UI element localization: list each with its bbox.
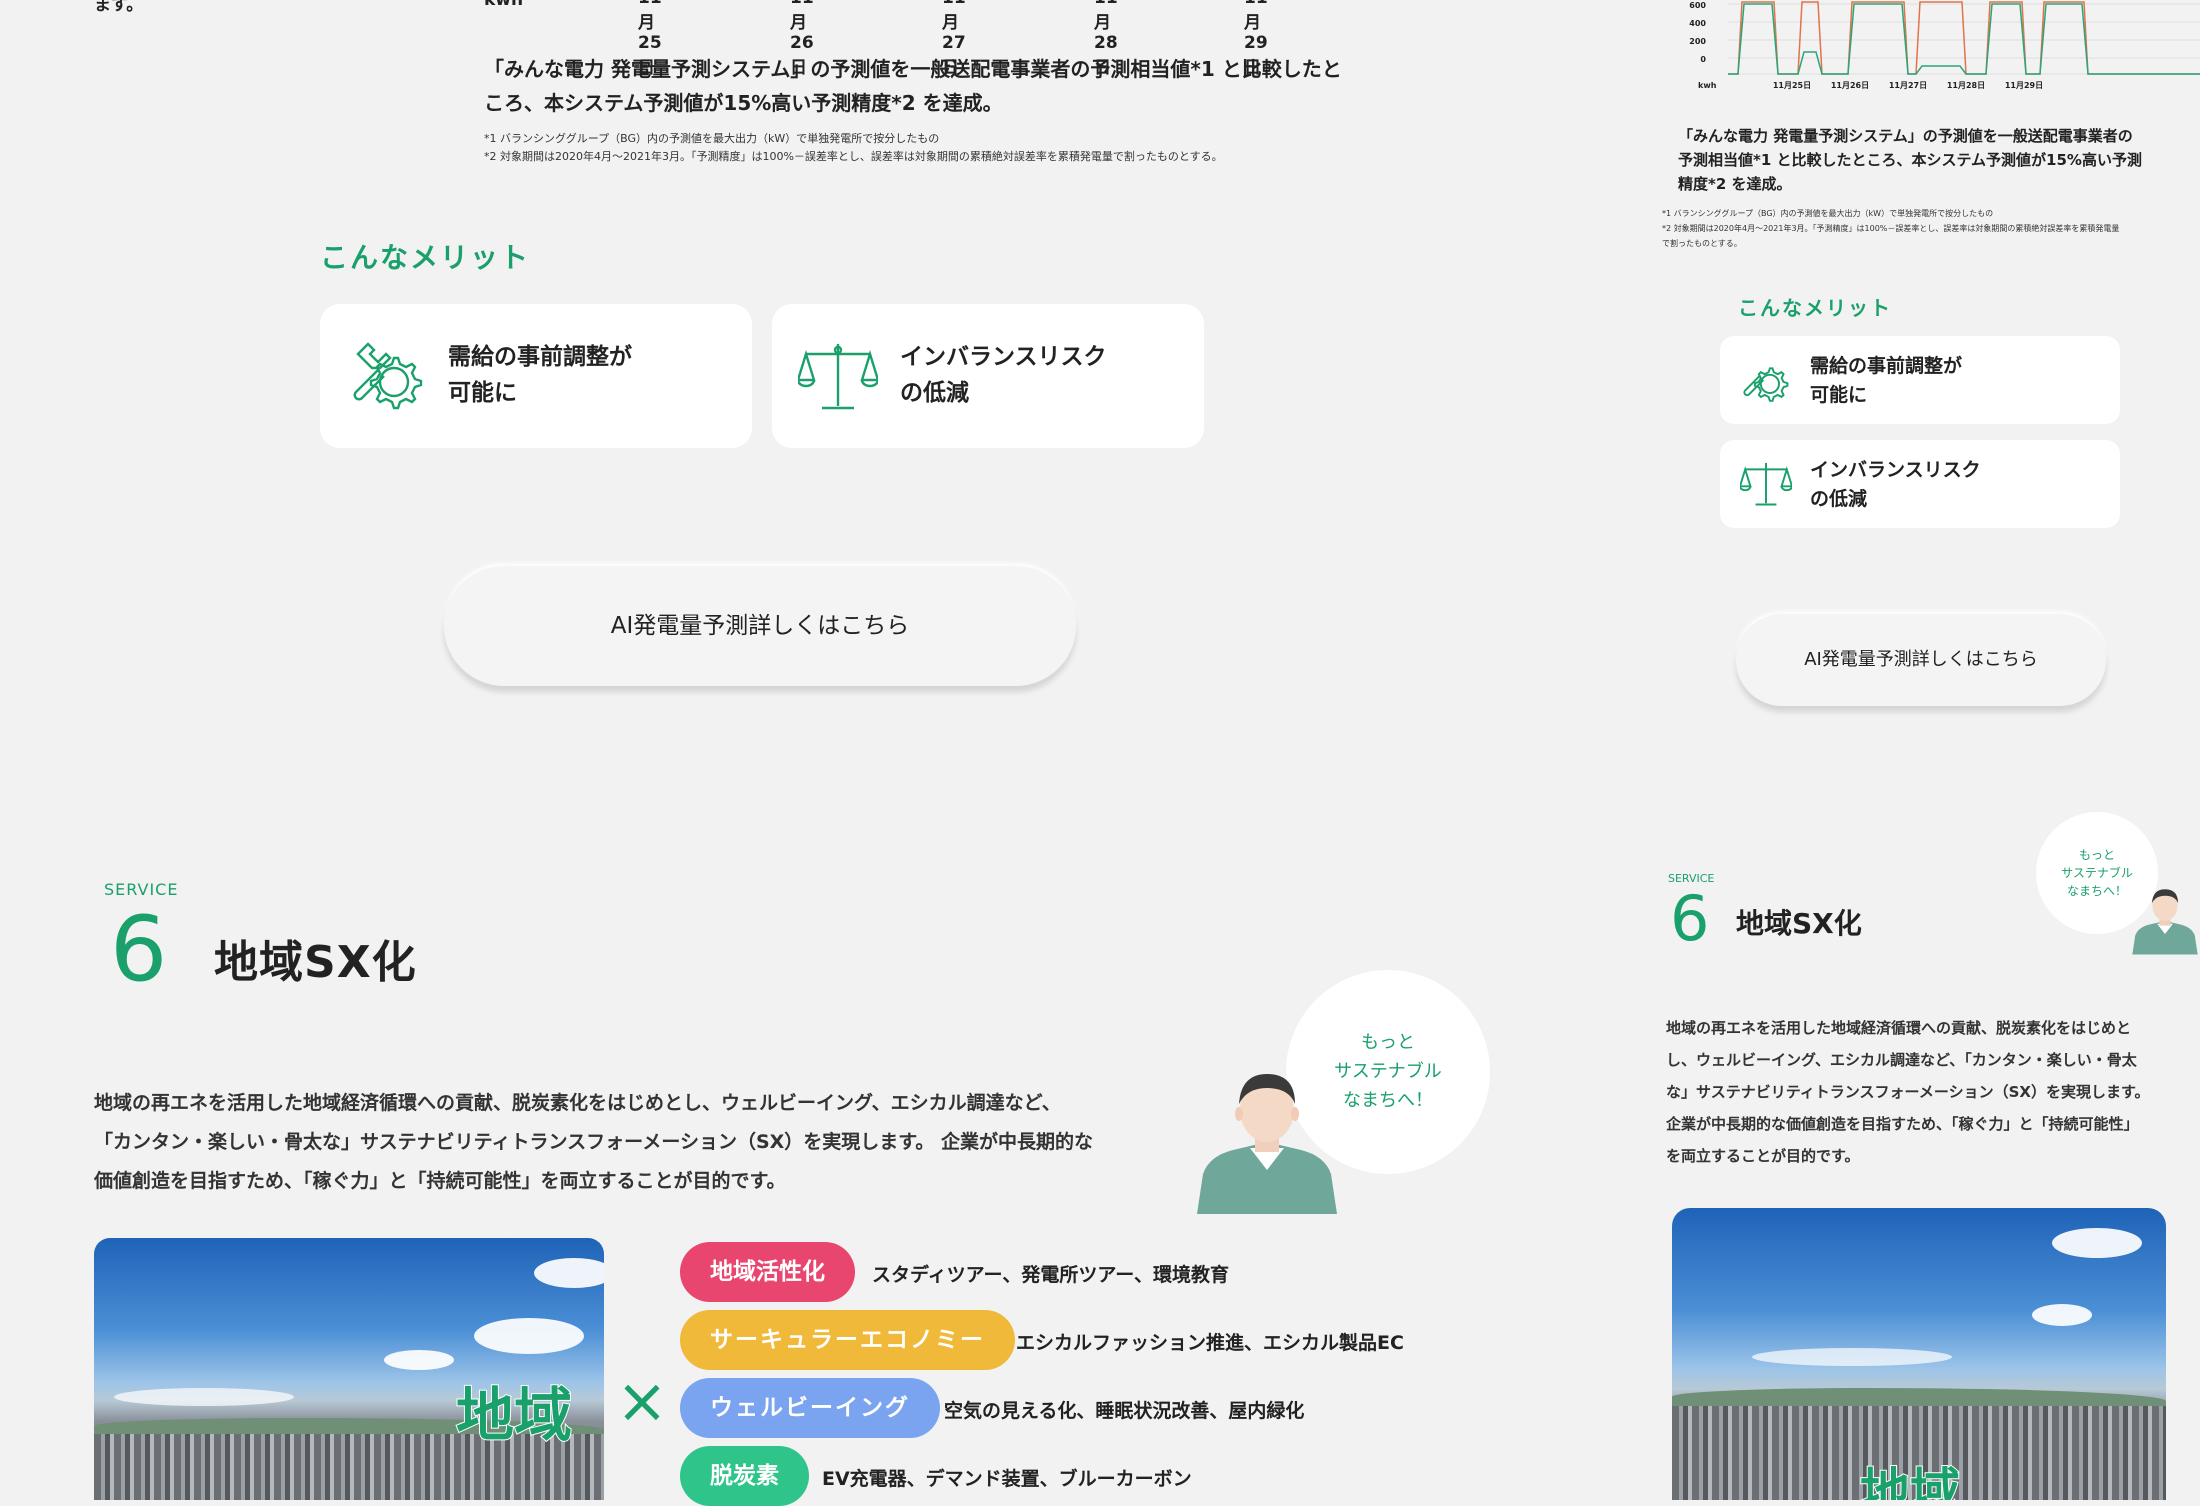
footnote-2: *2 対象期間は2020年4月〜2021年3月。「予測精度」は100%－誤差率と… [484,150,1223,163]
scale-icon [798,344,878,410]
x-tick: 11月25日 [1773,81,1811,90]
y-tick: 600 [1689,1,1706,10]
merit-line: インバランスリスク [900,344,1107,370]
cross-symbol: × [616,1364,668,1437]
series-line-actual [1728,1,2200,75]
city-photo: 地域 [94,1238,604,1500]
desc-line: 企業が中長期的な価値創造を目指すため、「稼ぐ力」と「持続可能性」 [1666,1115,2139,1133]
desc-line: し、ウェルビーイング、エシカル調達など、「カンタン・楽しい・骨太 [1666,1051,2137,1069]
chart-unit: kwh [1698,81,1717,90]
desc-line: 「カンタン・楽しい・骨太な」サステナビリティトランスフォーメーション（SX）を実… [94,1131,1094,1153]
merit-title: インバランスリスク の低減 [900,340,1107,411]
footnote-1: *1 バランシンググループ（BG）内の予測値を最大出力（kW）で単独発電所で按分… [484,132,940,145]
tag-desc: スタディツアー、発電所ツアー、環境教育 [872,1264,1230,1286]
chart-prefix-text: ます。 [94,0,144,15]
footnote: *2 対象期間は2020年4月〜2021年3月。「予測精度」は100%－誤差率と… [1662,224,2120,233]
result-text: 「みんな電力 発電量予測システム」の予測値を一般送配電事業者の 予測相当値*1 … [1678,124,2142,196]
footnotes: *1 バランシンググループ（BG）内の予測値を最大出力（kW）で単独発電所で按分… [484,130,1223,166]
person-illustration [2132,889,2198,955]
desc-line: 地域の再エネを活用した地域経済循環への貢献、脱炭素化をはじめと [1666,1019,2132,1037]
tag-desc: 空気の見える化、睡眠状況改善、屋内緑化 [944,1400,1305,1422]
x-tick: 11月29日 [2005,81,2043,90]
photo-label: 地域 [455,1380,573,1450]
footnotes: *1 バランシンググループ（BG）内の予測値を最大出力（kW）で単独発電所で按分… [1662,206,2119,251]
x-tick: 11月28日 [1947,81,1985,90]
footnote: で割ったものとする。 [1662,239,1742,248]
service-description: 地域の再エネを活用した地域経済循環への貢献、脱炭素化をはじめとし、ウェルビーイン… [94,1084,1093,1201]
merit-line: 可能に [448,379,517,406]
tag-wellbeing: ウェルビーイング [680,1378,940,1438]
merit-title: インバランスリスク の低減 [1810,456,1981,515]
merit-line: 需給の事前調整が [1810,355,1963,377]
y-tick: 0 [1700,55,1706,64]
mobile-view: 600 400 200 0 kwh 11月25日 11月26日 11月27日 11月28日 11月… [1520,0,2200,1500]
result-text-line: 精度*2 を達成。 [1678,175,1792,193]
merit-line: 可能に [1810,384,1868,407]
scale-icon [1740,462,1792,506]
service-number: 6 [110,897,168,1002]
result-text-line: ころ、本システム予測値が15%高い予測精度*2 を達成。 [484,91,1003,115]
y-tick: 400 [1689,19,1706,28]
tag-circular-economy: サーキュラーエコノミー [680,1310,1015,1370]
gear-wrench-icon [1743,367,1789,402]
photo-label: 地域 [1859,1462,1961,1500]
service-title: 地域SX化 [214,937,417,988]
result-text: 「みんな電力 発電量予測システム」の予測値を一般送配電事業者の予測相当値*1 と… [484,52,1342,120]
chart-unit: kwh [484,0,524,10]
service-description: 地域の再エネを活用した地域経済循環への貢献、脱炭素化をはじめと し、ウェルビーイ… [1666,1012,2149,1172]
city-photo: 地域 [1672,1208,2166,1500]
merit-card-imbalance: インバランスリスク の低減 [772,304,1204,448]
desc-line: を両立することが目的です。 [1666,1147,1860,1165]
ai-forecast-detail-button[interactable]: AI発電量予測詳しくはこちら [444,566,1076,686]
y-tick: 200 [1689,37,1706,46]
speech-line: もっと [1361,1032,1415,1053]
person-illustration [1197,1074,1337,1214]
service-title: 地域SX化 [1736,907,1862,940]
tag-decarbonization: 脱炭素 [680,1446,809,1506]
footnote: *1 バランシンググループ（BG）内の予測値を最大出力（kW）で単独発電所で按分… [1662,209,1994,218]
merit-card-adjust: 需給の事前調整が 可能に [320,304,752,448]
x-tick: 11月26日 [1831,81,1869,90]
result-text-line: 予測相当値*1 と比較したところ、本システム予測値が15%高い予測 [1678,151,2142,169]
ai-forecast-detail-button[interactable]: AI発電量予測詳しくはこちら [1736,614,2106,706]
desc-line: な」サステナビリティトランスフォーメーション（SX）を実現します。 [1666,1083,2150,1101]
desc-line: 価値創造を目指すため、「稼ぐ力」と「持続可能性」を両立することが目的です。 [94,1170,786,1192]
merit-line: の低減 [1810,488,1868,511]
merit-heading: こんなメリット [1738,296,1892,320]
tag-desc: エシカルファッション推進、エシカル製品EC [1016,1332,1404,1354]
merit-line: の低減 [900,379,969,406]
speech-line: もっと [2078,848,2115,862]
result-text-line: 「みんな電力 発電量予測システム」の予測値を一般送配電事業者の予測相当値*1 と… [484,57,1342,81]
desc-line: 地域の再エネを活用した地域経済循環への貢献、脱炭素化をはじめとし、ウェルビーイン… [94,1092,1061,1114]
merit-title: 需給の事前調整が 可能に [448,340,632,411]
gear-wrench-icon [353,342,423,410]
merit-line: インバランスリスク [1810,459,1981,481]
merit-line: 需給の事前調整が [448,344,632,370]
result-text-line: 「みんな電力 発電量予測システム」の予測値を一般送配電事業者の [1678,127,2133,145]
merit-card-imbalance: インバランスリスク の低減 [1720,440,2120,528]
merit-title: 需給の事前調整が 可能に [1810,352,1962,411]
merit-heading: こんなメリット [320,241,531,274]
tag-regional-revitalization: 地域活性化 [680,1242,855,1302]
x-tick: 11月27日 [1889,81,1927,90]
merit-card-adjust: 需給の事前調整が 可能に [1720,336,2120,424]
forecast-chart: 600 400 200 0 kwh 11月25日 11月26日 11月27日 11月28日 11月… [1689,1,2200,90]
tag-desc: EV充電器、デマンド装置、ブルーカーボン [822,1468,1192,1490]
service-number: 6 [1670,882,1710,955]
